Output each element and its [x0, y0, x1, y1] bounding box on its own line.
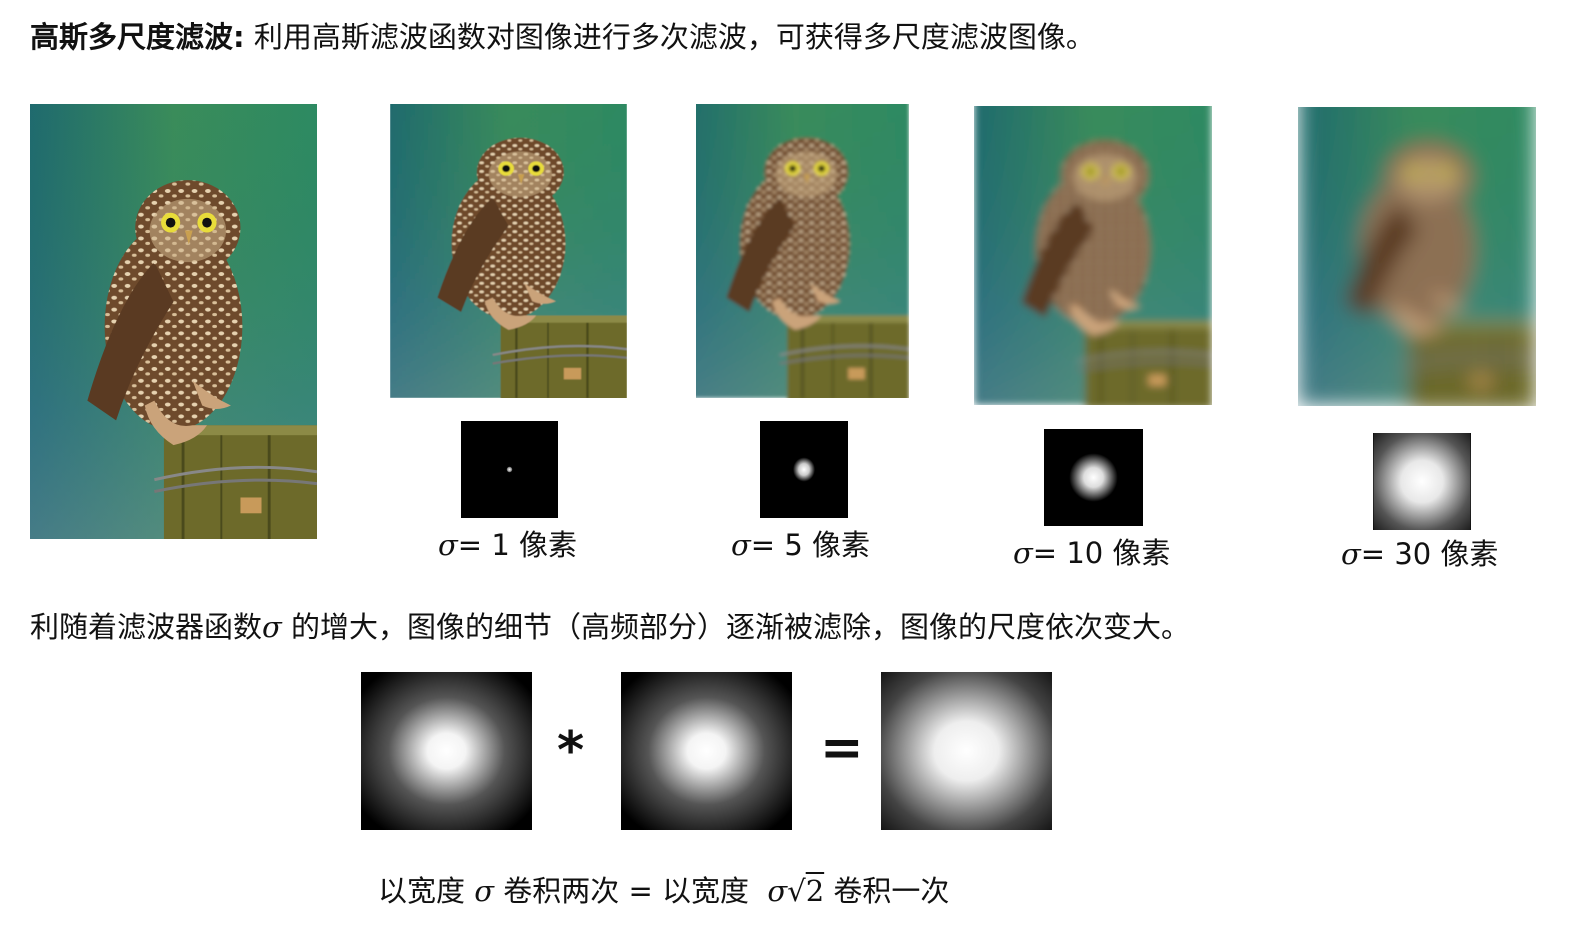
kernel-result	[881, 672, 1052, 830]
caption-sigma-5: σ= 5 像素	[731, 522, 870, 564]
caption-sigma-30: σ= 30 像素	[1341, 531, 1498, 573]
sigma-symbol: σ	[767, 874, 788, 908]
caption-sigma-10: σ= 10 像素	[1013, 530, 1170, 572]
caption-value: = 1 像素	[457, 528, 577, 562]
owl-blur-sigma-30	[1298, 107, 1536, 406]
convolution-operator: *	[557, 721, 585, 781]
sigma-symbol: σ	[1341, 537, 1361, 571]
caption-value: = 5 像素	[750, 528, 870, 562]
gaussian-kernel-sigma-10	[1044, 429, 1143, 526]
owl-blur-sigma-1	[390, 104, 627, 398]
sigma-symbol: σ	[731, 528, 751, 562]
caption-value: = 30 像素	[1360, 537, 1499, 571]
formula-part3: 卷积一次	[824, 874, 950, 908]
sqrt-operand: 2	[805, 874, 825, 908]
equals-operator: =	[820, 718, 864, 778]
explanation-paragraph: 利随着滤波器函数σ 的增大，图像的细节（高频部分）逐渐被滤除，图像的尺度依次变大…	[30, 604, 1190, 646]
para-before: 利随着滤波器函数	[30, 610, 263, 644]
kernel-sigma-a	[361, 672, 532, 830]
owl-original-photo	[30, 104, 317, 539]
heading-bold: 高斯多尺度滤波:	[30, 20, 245, 54]
sigma-symbol: σ	[262, 610, 282, 644]
caption-sigma-1: σ= 1 像素	[438, 522, 577, 564]
gaussian-kernel-sigma-5	[760, 421, 848, 518]
sqrt-symbol: √	[787, 874, 806, 908]
caption-value: = 10 像素	[1032, 536, 1171, 570]
page-heading: 高斯多尺度滤波: 利用高斯滤波函数对图像进行多次滤波，可获得多尺度滤波图像。	[30, 14, 1095, 56]
gaussian-kernel-sigma-1	[461, 421, 558, 518]
kernel-sigma-b	[621, 672, 792, 830]
owl-blur-sigma-10	[974, 106, 1212, 405]
owl-blur-sigma-5	[696, 104, 909, 398]
sigma-symbol: σ	[438, 528, 458, 562]
formula-part1: 以宽度	[378, 874, 475, 908]
sigma-symbol: σ	[474, 874, 495, 908]
sigma-symbol: σ	[1013, 536, 1033, 570]
gaussian-kernel-sigma-30	[1373, 433, 1471, 530]
convolution-formula: 以宽度 σ 卷积两次 = 以宽度 σ√2 卷积一次	[378, 868, 949, 910]
para-after: 的增大，图像的细节（高频部分）逐渐被滤除，图像的尺度依次变大。	[281, 610, 1191, 644]
formula-part2: 卷积两次 = 以宽度	[494, 874, 759, 908]
heading-rest: 利用高斯滤波函数对图像进行多次滤波，可获得多尺度滤波图像。	[244, 20, 1095, 54]
